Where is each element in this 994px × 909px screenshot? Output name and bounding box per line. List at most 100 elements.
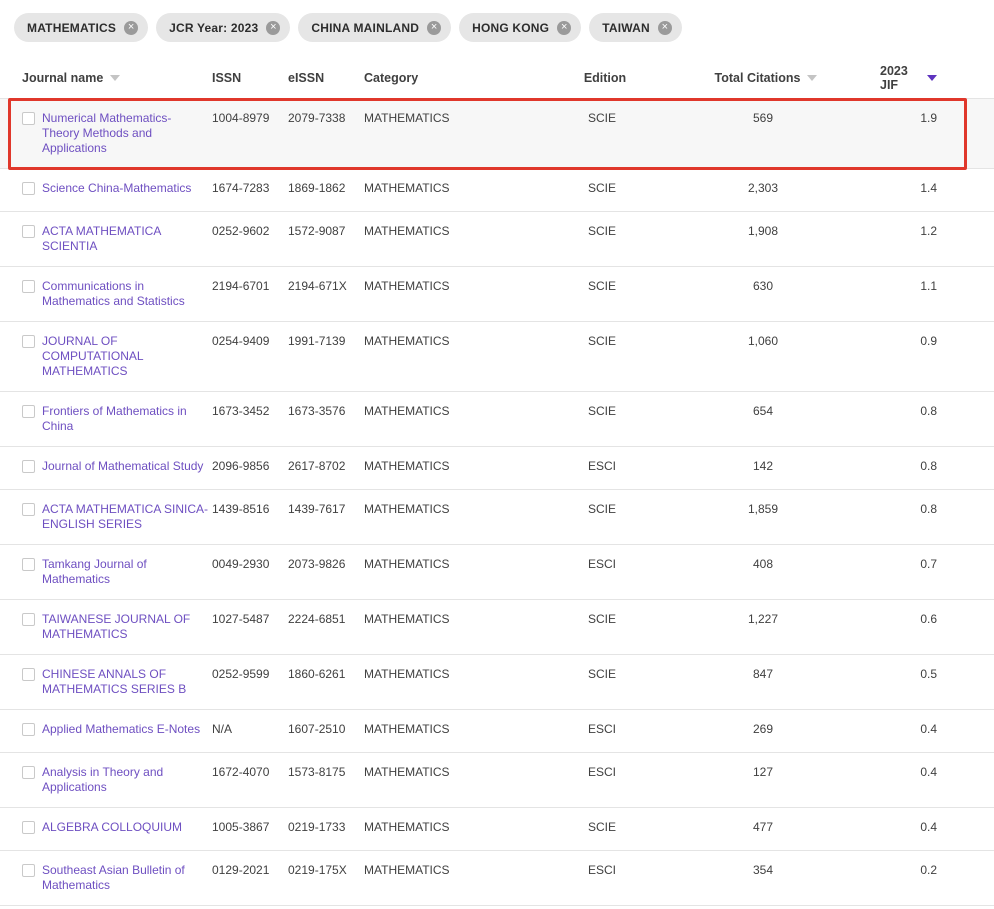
- row-checkbox[interactable]: [22, 766, 35, 779]
- jif-cell: 0.9: [880, 322, 994, 361]
- total-citations-cell: 1,859: [652, 490, 880, 529]
- eissn-cell: 1572-9087: [288, 212, 364, 251]
- filter-chip[interactable]: HONG KONG ×: [459, 13, 581, 42]
- row-checkbox[interactable]: [22, 723, 35, 736]
- issn-cell: 1027-5487: [212, 600, 288, 639]
- jif-cell: 0.8: [880, 392, 994, 431]
- issn-cell: 0252-9599: [212, 655, 288, 694]
- journal-name-cell: ALGEBRA COLLOQUIUM: [42, 808, 212, 847]
- checkbox-cell: [0, 267, 42, 309]
- journal-link[interactable]: Journal of Mathematical Study: [42, 459, 203, 473]
- checkbox-cell: [0, 490, 42, 532]
- jif-cell: 0.4: [880, 710, 994, 749]
- journal-link[interactable]: Communications in Mathematics and Statis…: [42, 279, 185, 308]
- row-checkbox[interactable]: [22, 503, 35, 516]
- category-cell: MATHEMATICS: [364, 169, 558, 208]
- checkbox-cell: [0, 753, 42, 795]
- issn-cell: 1673-3452: [212, 392, 288, 431]
- journal-link[interactable]: TAIWANESE JOURNAL OF MATHEMATICS: [42, 612, 190, 641]
- jif-cell: 1.9: [880, 99, 994, 138]
- column-header-2023-jif[interactable]: 2023 JIF: [880, 64, 994, 92]
- eissn-cell: 1573-8175: [288, 753, 364, 792]
- journal-link[interactable]: Analysis in Theory and Applications: [42, 765, 163, 794]
- journal-name-cell: Southeast Asian Bulletin of Mathematics: [42, 851, 212, 905]
- checkbox-cell: [0, 545, 42, 587]
- table-row: TAIWANESE JOURNAL OF MATHEMATICS 1027-54…: [0, 600, 994, 655]
- issn-cell: 0129-2021: [212, 851, 288, 890]
- edition-cell: SCIE: [558, 600, 652, 639]
- row-checkbox[interactable]: [22, 613, 35, 626]
- total-citations-cell: 1,908: [652, 212, 880, 251]
- total-citations-cell: 1,060: [652, 322, 880, 361]
- row-checkbox[interactable]: [22, 558, 35, 571]
- jif-cell: 0.7: [880, 545, 994, 584]
- journal-link[interactable]: Science China-Mathematics: [42, 181, 191, 195]
- row-checkbox[interactable]: [22, 460, 35, 473]
- column-header-eissn: eISSN: [288, 71, 364, 85]
- jif-cell: 0.8: [880, 447, 994, 486]
- journal-link[interactable]: Southeast Asian Bulletin of Mathematics: [42, 863, 185, 892]
- category-cell: MATHEMATICS: [364, 447, 558, 486]
- filter-chip[interactable]: CHINA MAINLAND ×: [298, 13, 451, 42]
- row-checkbox[interactable]: [22, 405, 35, 418]
- journal-link[interactable]: Numerical Mathematics-Theory Methods and…: [42, 111, 171, 155]
- column-header-journal-name[interactable]: Journal name: [0, 71, 212, 85]
- journal-link[interactable]: Tamkang Journal of Mathematics: [42, 557, 147, 586]
- eissn-cell: 2079-7338: [288, 99, 364, 138]
- journal-link[interactable]: ALGEBRA COLLOQUIUM: [42, 820, 182, 834]
- filter-chip[interactable]: TAIWAN ×: [589, 13, 682, 42]
- journal-link[interactable]: ACTA MATHEMATICA SCIENTIA: [42, 224, 161, 253]
- column-label: Total Citations: [715, 71, 801, 85]
- filter-chip[interactable]: JCR Year: 2023 ×: [156, 13, 290, 42]
- category-cell: MATHEMATICS: [364, 655, 558, 694]
- table-row: Communications in Mathematics and Statis…: [0, 267, 994, 322]
- journal-link[interactable]: ACTA MATHEMATICA SINICA-ENGLISH SERIES: [42, 502, 208, 531]
- column-header-total-citations[interactable]: Total Citations: [652, 71, 880, 85]
- journal-link[interactable]: Frontiers of Mathematics in China: [42, 404, 187, 433]
- issn-cell: 1439-8516: [212, 490, 288, 529]
- filter-chip[interactable]: MATHEMATICS ×: [14, 13, 148, 42]
- table-row: ACTA MATHEMATICA SCIENTIA 0252-9602 1572…: [0, 212, 994, 267]
- remove-filter-icon[interactable]: ×: [557, 21, 571, 35]
- total-citations-cell: 408: [652, 545, 880, 584]
- jif-cell: 0.4: [880, 808, 994, 847]
- row-checkbox[interactable]: [22, 335, 35, 348]
- eissn-cell: 2194-671X: [288, 267, 364, 306]
- category-cell: MATHEMATICS: [364, 808, 558, 847]
- checkbox-cell: [0, 447, 42, 489]
- journal-link[interactable]: JOURNAL OF COMPUTATIONAL MATHEMATICS: [42, 334, 143, 378]
- edition-cell: ESCI: [558, 851, 652, 890]
- table-row: ALGEBRA COLLOQUIUM 1005-3867 0219-1733 M…: [0, 808, 994, 851]
- jif-cell: 0.6: [880, 600, 994, 639]
- row-checkbox[interactable]: [22, 821, 35, 834]
- row-checkbox[interactable]: [22, 182, 35, 195]
- table-row: Numerical Mathematics-Theory Methods and…: [0, 99, 994, 169]
- remove-filter-icon[interactable]: ×: [124, 21, 138, 35]
- journal-link[interactable]: Applied Mathematics E-Notes: [42, 722, 200, 736]
- jif-cell: 1.1: [880, 267, 994, 306]
- total-citations-cell: 847: [652, 655, 880, 694]
- edition-cell: ESCI: [558, 710, 652, 749]
- jif-cell: 1.2: [880, 212, 994, 251]
- category-cell: MATHEMATICS: [364, 267, 558, 306]
- row-checkbox[interactable]: [22, 864, 35, 877]
- row-checkbox[interactable]: [22, 225, 35, 238]
- table-row: Analysis in Theory and Applications 1672…: [0, 753, 994, 808]
- journal-link[interactable]: CHINESE ANNALS OF MATHEMATICS SERIES B: [42, 667, 186, 696]
- column-header-category: Category: [364, 71, 558, 85]
- checkbox-cell: [0, 99, 42, 141]
- eissn-cell: 0219-175X: [288, 851, 364, 890]
- sort-desc-icon: [110, 75, 120, 81]
- row-checkbox[interactable]: [22, 668, 35, 681]
- total-citations-cell: 2,303: [652, 169, 880, 208]
- remove-filter-icon[interactable]: ×: [266, 21, 280, 35]
- table-row: Frontiers of Mathematics in China 1673-3…: [0, 392, 994, 447]
- row-checkbox[interactable]: [22, 280, 35, 293]
- edition-cell: SCIE: [558, 169, 652, 208]
- checkbox-cell: [0, 212, 42, 254]
- remove-filter-icon[interactable]: ×: [658, 21, 672, 35]
- column-label: Category: [364, 71, 418, 85]
- table-body: Numerical Mathematics-Theory Methods and…: [0, 99, 994, 909]
- remove-filter-icon[interactable]: ×: [427, 21, 441, 35]
- row-checkbox[interactable]: [22, 112, 35, 125]
